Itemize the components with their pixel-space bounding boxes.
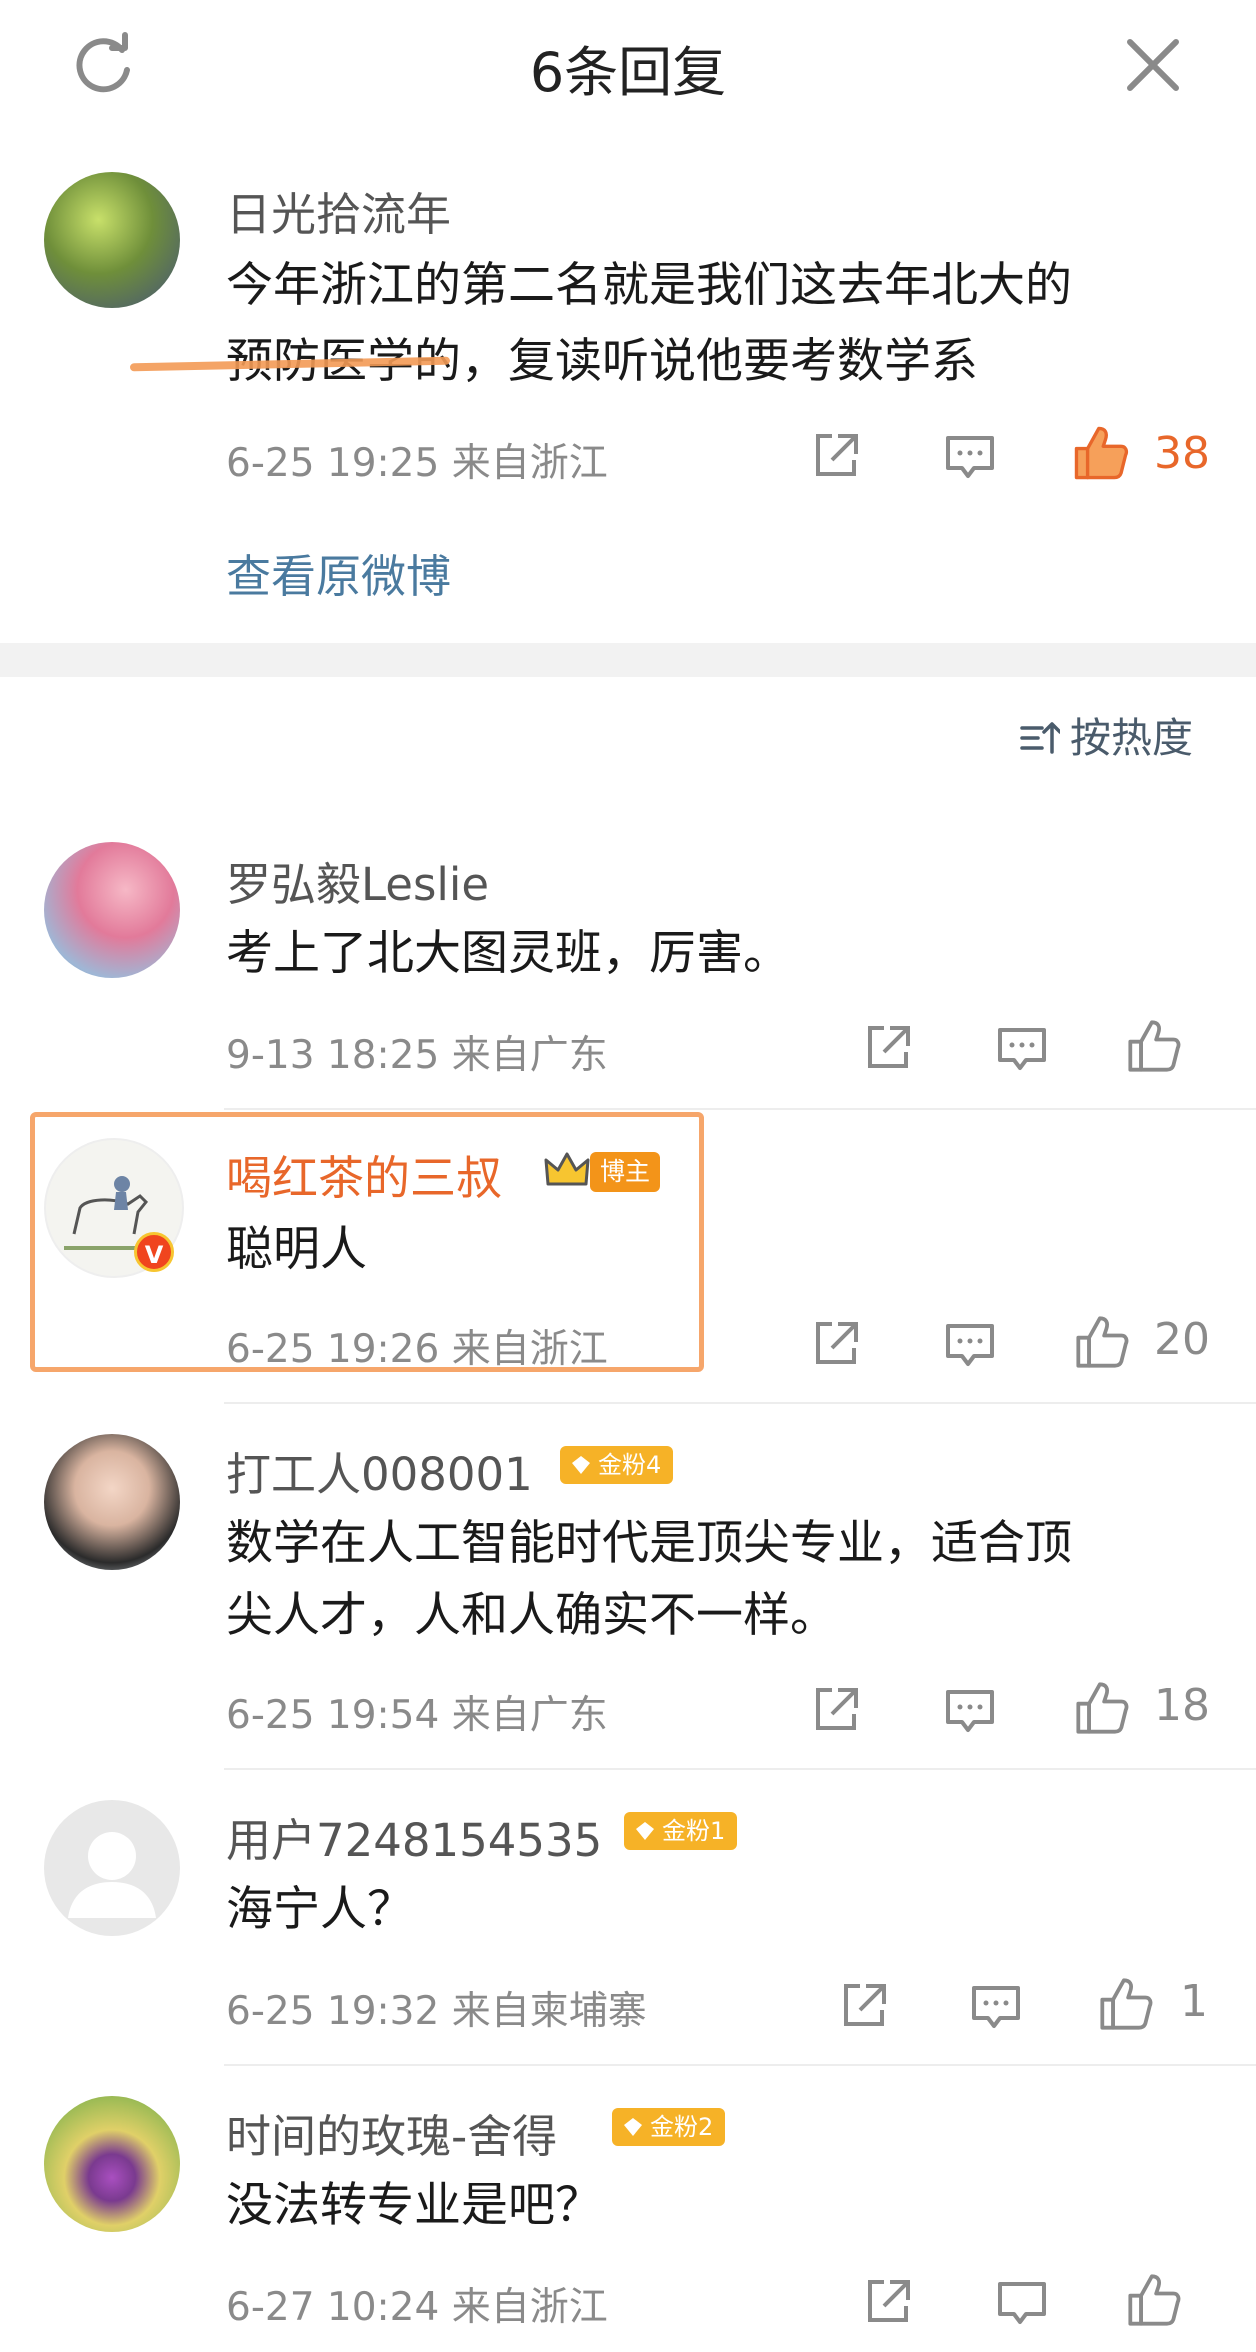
close-icon[interactable]	[1122, 34, 1184, 96]
comment-icon[interactable]	[944, 1686, 996, 1738]
comment-icon[interactable]	[970, 1982, 1022, 2034]
like-icon[interactable]	[1126, 1018, 1182, 1074]
post-text-line-1: 今年浙江的第二名就是我们这去年北大的	[226, 258, 1072, 313]
comment-icon[interactable]	[944, 432, 996, 484]
like-count: 38	[1154, 428, 1210, 479]
share-icon[interactable]	[810, 1318, 862, 1370]
comment-icon[interactable]	[996, 1024, 1048, 1076]
like-icon[interactable]	[1098, 1976, 1154, 2032]
avatar[interactable]	[44, 2096, 180, 2232]
username[interactable]: 打工人008001	[226, 1438, 533, 1503]
sort-button[interactable]: 按热度	[1020, 704, 1193, 764]
like-icon[interactable]	[1126, 2272, 1182, 2328]
like-count: 20	[1154, 1314, 1210, 1365]
like-count: 1	[1180, 1976, 1208, 2027]
divider	[224, 1108, 1256, 1110]
reply-text: 考上了北大图灵班，厉害。	[226, 926, 790, 981]
reply-time: 6-25 19:26 来自浙江	[226, 1327, 608, 1372]
post-time: 6-25 19:25 来自浙江	[226, 441, 608, 486]
verified-badge: V	[134, 1232, 174, 1272]
username[interactable]: 罗弘毅Leslie	[226, 848, 489, 913]
reply-time: 6-25 19:32 来自柬埔寨	[226, 1989, 647, 2034]
divider	[224, 1402, 1256, 1404]
view-original-link[interactable]: 查看原微博	[226, 540, 451, 605]
avatar[interactable]	[44, 172, 180, 308]
username[interactable]: 日光拾流年	[226, 178, 451, 243]
divider	[224, 2064, 1256, 2066]
fan-badge: 金粉4	[560, 1446, 674, 1484]
comment-icon[interactable]	[996, 2278, 1048, 2330]
section-separator	[0, 643, 1256, 677]
fan-badge: 金粉1	[624, 1812, 738, 1850]
sort-icon	[1020, 722, 1062, 754]
share-icon[interactable]	[862, 1022, 914, 1074]
username[interactable]: 时间的玫瑰-舍得	[226, 2100, 557, 2165]
avatar[interactable]	[44, 842, 180, 978]
comment-icon[interactable]	[944, 1320, 996, 1372]
share-icon[interactable]	[838, 1980, 890, 2032]
page-title: 6条回复	[529, 41, 727, 104]
fan-badge: 金粉2	[612, 2108, 726, 2146]
fan-badge-label: 金粉1	[662, 1817, 726, 1845]
like-icon[interactable]	[1072, 424, 1130, 482]
page: 6条回复 日光拾流年 今年浙江的第二名就是我们这去年北大的 预防医学的，复读听说…	[0, 0, 1256, 2352]
reply-text-line-1: 数学在人工智能时代是顶尖专业，适合顶	[226, 1516, 1072, 1571]
fan-badge-label: 金粉2	[650, 2113, 714, 2141]
avatar[interactable]	[44, 1434, 180, 1570]
username[interactable]: 喝红茶的三叔	[226, 1142, 502, 1208]
default-avatar-icon	[68, 1832, 156, 1918]
share-icon[interactable]	[810, 430, 862, 482]
reply-text-line-2: 尖人才，人和人确实不一样。	[226, 1588, 837, 1643]
reply-time: 9-13 18:25 来自广东	[226, 1033, 608, 1078]
reply-time: 6-25 19:54 来自广东	[226, 1693, 608, 1738]
like-icon[interactable]	[1074, 1314, 1130, 1370]
like-icon[interactable]	[1074, 1680, 1130, 1736]
reply-time: 6-27 10:24 来自浙江	[226, 2285, 608, 2330]
crown-icon	[544, 1152, 590, 1186]
share-icon[interactable]	[862, 2276, 914, 2328]
reply-text: 海宁人？	[226, 1882, 414, 1937]
diamond-icon	[624, 2118, 642, 2136]
username[interactable]: 用户7248154535	[226, 1804, 602, 1869]
reply-text: 聪明人	[226, 1222, 367, 1277]
blogger-badge: 博主	[590, 1152, 661, 1192]
fan-badge-label: 金粉4	[598, 1451, 662, 1479]
divider	[224, 1768, 1256, 1770]
diamond-icon	[572, 1456, 590, 1474]
sort-label: 按热度	[1070, 714, 1193, 762]
share-icon[interactable]	[810, 1684, 862, 1736]
reply-text: 没法转专业是吧？	[226, 2178, 602, 2233]
diamond-icon	[636, 1822, 654, 1840]
like-count: 18	[1154, 1680, 1210, 1731]
